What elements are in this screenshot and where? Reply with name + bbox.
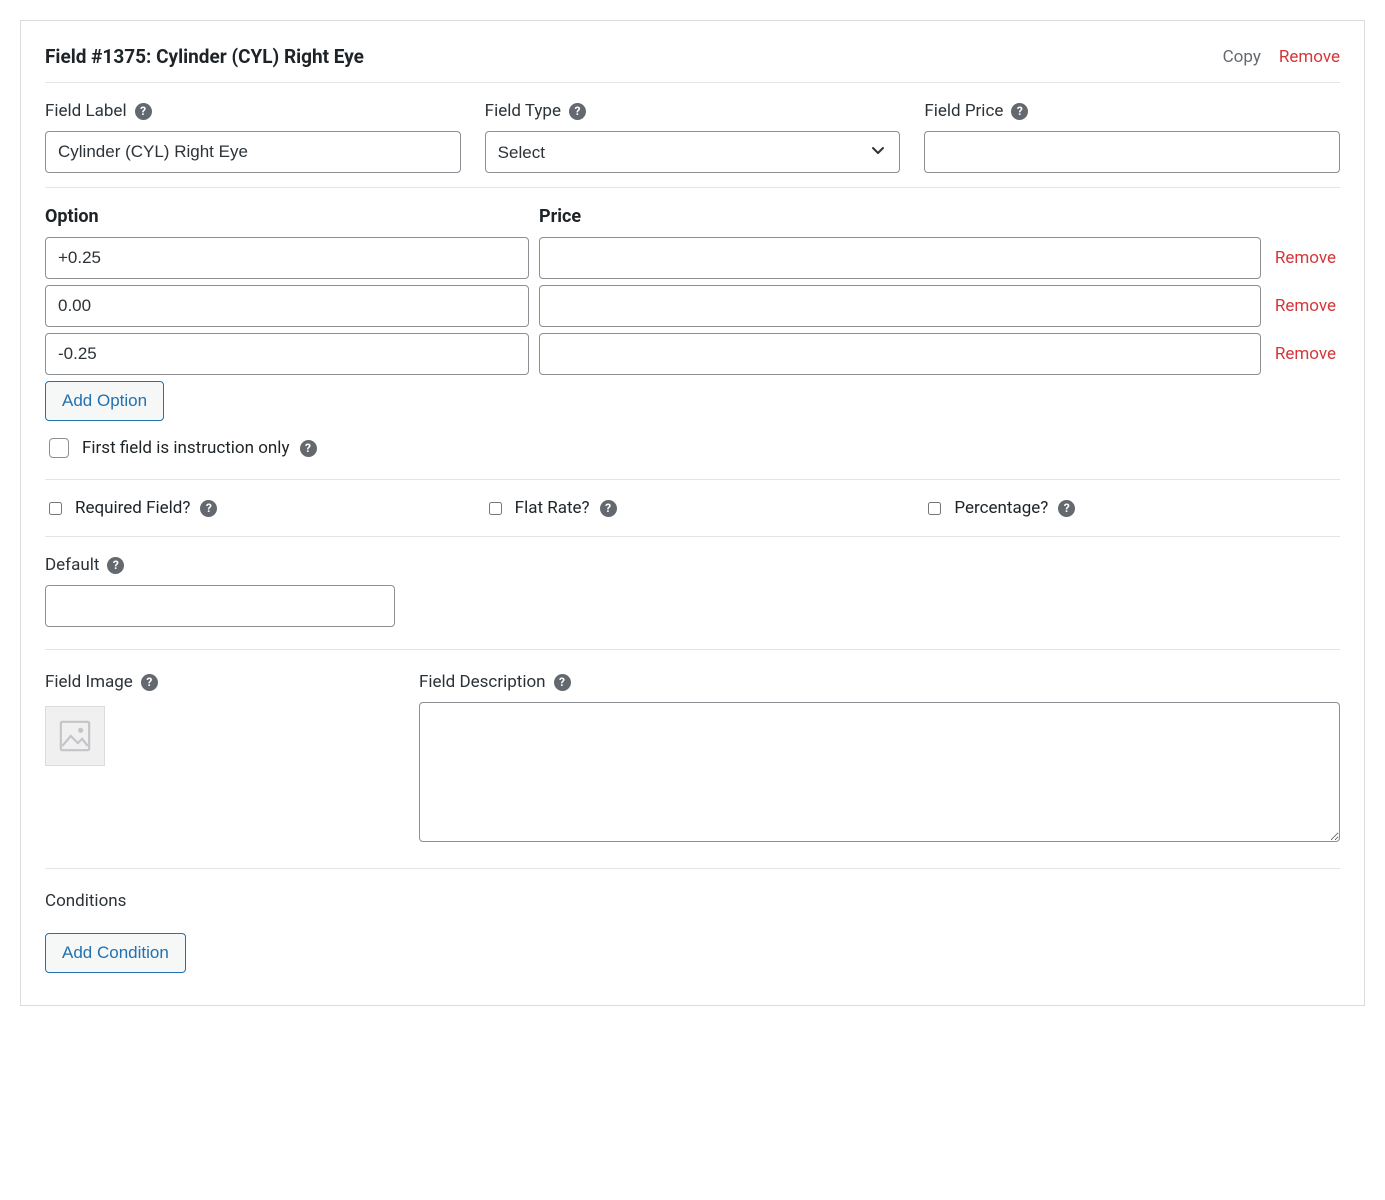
help-icon[interactable]: ? [300, 440, 317, 457]
field-price-col: Field Price ? [924, 101, 1340, 173]
remove-option-button[interactable]: Remove [1271, 344, 1340, 364]
field-desc-text: Field Description [419, 672, 546, 692]
help-icon[interactable]: ? [1058, 500, 1075, 517]
option-price-input[interactable] [539, 333, 1261, 375]
option-price-input[interactable] [539, 237, 1261, 279]
help-icon[interactable]: ? [141, 674, 158, 691]
option-row: Remove [45, 333, 1340, 375]
help-icon[interactable]: ? [135, 103, 152, 120]
image-placeholder-icon[interactable] [45, 706, 105, 766]
remove-option-button[interactable]: Remove [1271, 296, 1340, 316]
option-row: Remove [45, 237, 1340, 279]
remove-field-button[interactable]: Remove [1279, 47, 1340, 67]
first-instruction-label: First field is instruction only [82, 438, 290, 458]
help-icon[interactable]: ? [107, 557, 124, 574]
field-label-col: Field Label ? [45, 101, 461, 173]
remove-option-button[interactable]: Remove [1271, 248, 1340, 268]
field-meta-row: Field Label ? Field Type ? Select Field … [45, 101, 1340, 187]
percentage-col: Percentage? ? [924, 498, 1340, 518]
field-label-input[interactable] [45, 131, 461, 173]
required-col: Required Field? ? [45, 498, 461, 518]
panel-header: Field #1375: Cylinder (CYL) Right Eye Co… [45, 45, 1340, 83]
field-image-text: Field Image [45, 672, 133, 692]
field-type-text: Field Type [485, 101, 561, 121]
field-desc-col: Field Description ? [419, 672, 1340, 846]
default-label: Default ? [45, 555, 1340, 575]
option-input[interactable] [45, 333, 529, 375]
flat-rate-label: Flat Rate? [515, 498, 590, 518]
help-icon[interactable]: ? [554, 674, 571, 691]
add-condition-button[interactable]: Add Condition [45, 933, 186, 973]
image-desc-row: Field Image ? Field Description ? [45, 672, 1340, 869]
option-input[interactable] [45, 237, 529, 279]
divider [45, 187, 1340, 188]
field-label-text: Field Label [45, 101, 127, 121]
option-price-input[interactable] [539, 285, 1261, 327]
help-icon[interactable]: ? [600, 500, 617, 517]
percentage-checkbox[interactable] [928, 502, 941, 515]
first-instruction-checkbox[interactable] [49, 438, 69, 458]
default-block: Default ? [45, 555, 1340, 650]
help-icon[interactable]: ? [1011, 103, 1028, 120]
first-instruction-row: First field is instruction only ? [45, 435, 1340, 461]
options-header: Option Price [45, 206, 1340, 237]
panel-title: Field #1375: Cylinder (CYL) Right Eye [45, 45, 364, 68]
add-option-button[interactable]: Add Option [45, 381, 164, 421]
field-price-input[interactable] [924, 131, 1340, 173]
percentage-label: Percentage? [954, 498, 1048, 518]
option-row: Remove [45, 285, 1340, 327]
price-header: Price [539, 206, 1340, 227]
flags-row: Required Field? ? Flat Rate? ? Percentag… [45, 479, 1340, 537]
field-type-label: Field Type ? [485, 101, 901, 121]
conditions-label: Conditions [45, 891, 1340, 911]
field-desc-textarea[interactable] [419, 702, 1340, 842]
field-label-label: Field Label ? [45, 101, 461, 121]
copy-button[interactable]: Copy [1223, 47, 1261, 67]
option-input[interactable] [45, 285, 529, 327]
field-panel: Field #1375: Cylinder (CYL) Right Eye Co… [20, 20, 1365, 1006]
flat-rate-checkbox[interactable] [489, 502, 502, 515]
field-type-select[interactable]: Select [485, 131, 901, 173]
field-price-label: Field Price ? [924, 101, 1340, 121]
default-input[interactable] [45, 585, 395, 627]
field-image-col: Field Image ? [45, 672, 395, 846]
conditions-block: Conditions Add Condition [45, 891, 1340, 973]
panel-actions: Copy Remove [1223, 47, 1340, 67]
help-icon[interactable]: ? [200, 500, 217, 517]
field-type-col: Field Type ? Select [485, 101, 901, 173]
field-price-text: Field Price [924, 101, 1003, 121]
option-header: Option [45, 206, 539, 227]
field-type-select-wrapper: Select [485, 131, 901, 173]
help-icon[interactable]: ? [569, 103, 586, 120]
default-text: Default [45, 555, 99, 575]
field-image-label: Field Image ? [45, 672, 395, 692]
field-desc-label: Field Description ? [419, 672, 1340, 692]
required-label: Required Field? [75, 498, 190, 518]
required-checkbox[interactable] [49, 502, 62, 515]
flat-rate-col: Flat Rate? ? [485, 498, 901, 518]
